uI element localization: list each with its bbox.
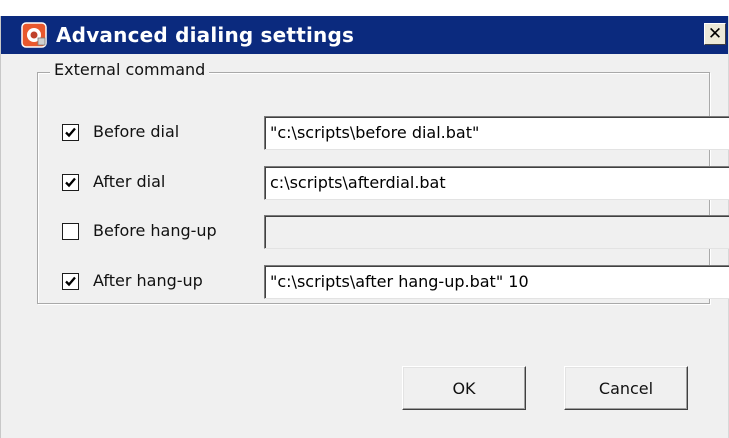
close-icon: ✕ [707,23,723,44]
before-hang-up-label: Before hang-up [93,221,217,240]
title-bar[interactable]: Advanced dialing settings ✕ [1,16,728,54]
after-dial-label: After dial [93,172,166,191]
after-hang-up-input[interactable]: "c:\scripts\after hang-up.bat" 10 [264,265,729,299]
checkmark-icon [65,127,76,138]
before-hang-up-input [264,215,729,249]
row-before-hang-up: Before hang-up [62,215,729,249]
after-dial-checkbox[interactable] [62,174,79,191]
after-hang-up-checkbox[interactable] [62,273,79,290]
window-title: Advanced dialing settings [56,23,355,47]
app-icon [21,22,47,48]
after-dial-input[interactable]: c:\scripts\afterdial.bat [264,166,729,200]
cancel-button[interactable]: Cancel [564,366,688,410]
after-hang-up-label: After hang-up [93,271,203,290]
before-hang-up-checkbox[interactable] [62,223,79,240]
close-button[interactable]: ✕ [704,23,726,45]
group-legend: External command [50,60,210,80]
checkmark-icon [65,276,76,287]
row-after-dial: After dial c:\scripts\afterdial.bat [62,166,729,200]
ok-button[interactable]: OK [402,366,526,410]
checkmark-icon [65,177,76,188]
before-dial-checkbox[interactable] [62,124,79,141]
before-dial-input[interactable]: "c:\scripts\before dial.bat" [264,116,729,150]
before-dial-label: Before dial [93,122,180,141]
row-before-dial: Before dial "c:\scripts\before dial.bat" [62,116,729,150]
row-after-hang-up: After hang-up "c:\scripts\after hang-up.… [62,265,729,299]
